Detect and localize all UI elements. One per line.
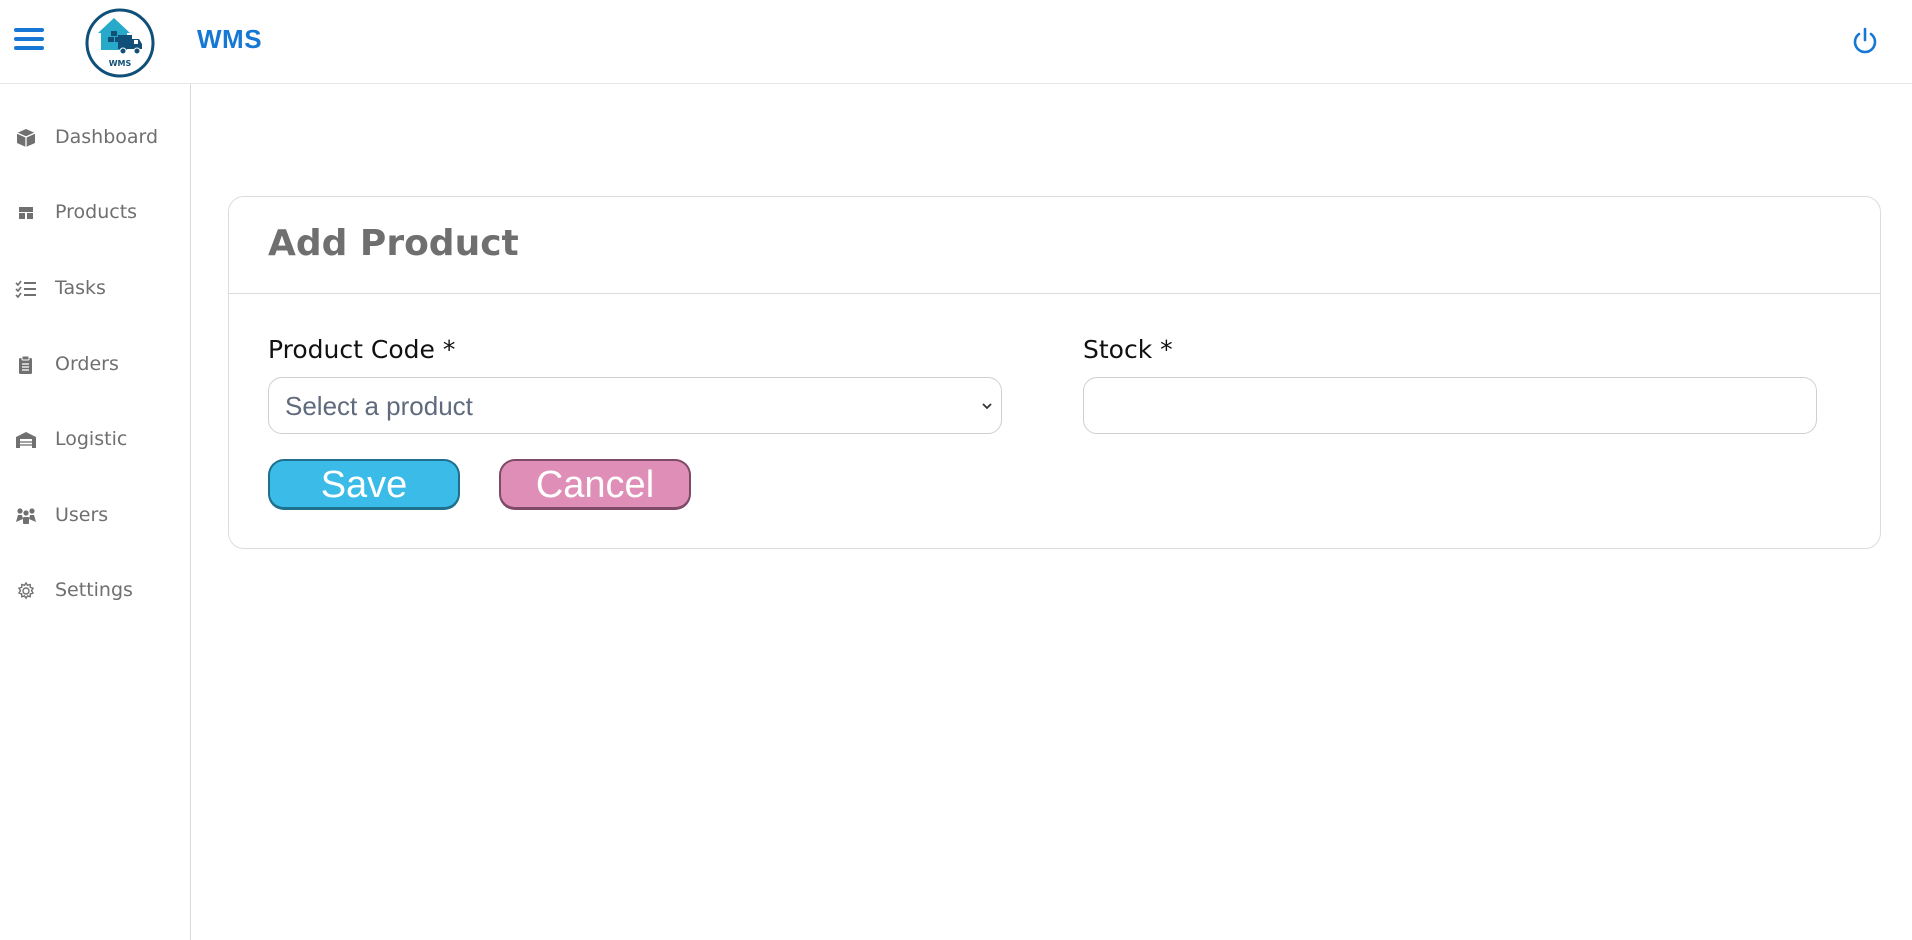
sidebar-item-label: Orders [55, 353, 119, 375]
product-code-select[interactable]: Select a product [268, 377, 1002, 434]
sidebar-item-label: Tasks [55, 277, 106, 299]
sidebar-item-dashboard[interactable]: Dashboard [0, 110, 190, 166]
brand-name: WMS [197, 24, 263, 54]
stock-label: Stock * [1083, 335, 1173, 364]
stock-input[interactable] [1083, 377, 1817, 434]
sidebar-item-logistic[interactable]: Logistic [0, 412, 190, 468]
clipboard-icon [15, 355, 37, 375]
top-bar: WMS WMS [0, 0, 1912, 84]
power-icon[interactable] [1850, 26, 1880, 56]
page-title: Add Product [268, 223, 519, 264]
wms-logo[interactable]: WMS [84, 7, 156, 79]
sidebar-item-label: Logistic [55, 428, 128, 450]
card-header: Add Product [229, 197, 1880, 294]
layout-icon [15, 203, 37, 223]
product-select-value: Select a product [285, 391, 473, 421]
hamburger-menu-icon[interactable] [14, 28, 44, 54]
sidebar-item-label: Products [55, 201, 138, 223]
sidebar-item-label: Dashboard [55, 126, 159, 148]
svg-text:WMS: WMS [109, 59, 132, 68]
product-code-label: Product Code * [268, 335, 456, 364]
cancel-button[interactable]: Cancel [499, 459, 691, 510]
gear-icon [15, 581, 37, 601]
sidebar-item-settings[interactable]: Settings [0, 563, 190, 619]
sidebar: Dashboard Products Tasks Orders Logistic… [0, 84, 191, 940]
checklist-icon [15, 279, 37, 299]
save-button[interactable]: Save [268, 459, 460, 510]
sidebar-item-tasks[interactable]: Tasks [0, 261, 190, 317]
sidebar-item-orders[interactable]: Orders [0, 337, 190, 393]
cube-icon [15, 128, 37, 148]
sidebar-item-products[interactable]: Products [0, 185, 190, 241]
users-icon [15, 506, 37, 526]
warehouse-icon [15, 430, 37, 450]
sidebar-item-label: Users [55, 504, 109, 526]
add-product-card: Add Product Product Code * Select a prod… [228, 196, 1881, 549]
chevron-down-icon [979, 398, 995, 414]
sidebar-item-label: Settings [55, 579, 133, 601]
sidebar-item-users[interactable]: Users [0, 488, 190, 544]
